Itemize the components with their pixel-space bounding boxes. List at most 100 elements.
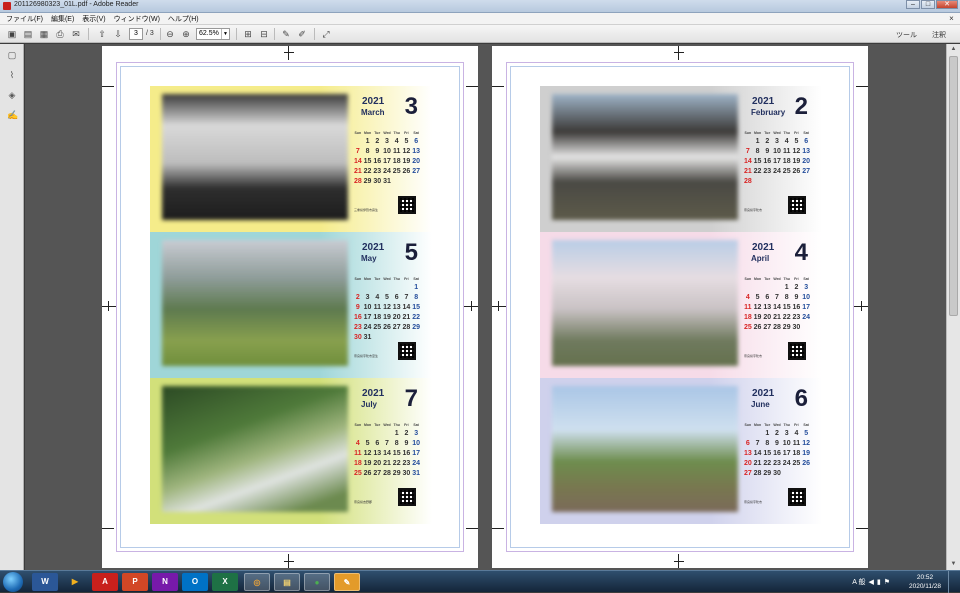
vertical-scrollbar[interactable]: ▲ ▼ bbox=[946, 44, 960, 570]
calendar-day: 27 bbox=[412, 168, 421, 175]
notes-icon[interactable]: ✎ bbox=[334, 573, 360, 591]
weekday-header: Mon bbox=[753, 423, 762, 427]
network-icon[interactable]: ▮ bbox=[877, 578, 881, 586]
calendar-day: 8 bbox=[414, 294, 419, 301]
menu-file[interactable]: ファイル(F) bbox=[6, 14, 43, 24]
calendar-day: 4 bbox=[394, 138, 399, 145]
toolbar: ▣ ▤ ▦ ⎙ ✉ ⇧ ⇩ 3 / 3 ⊖ ⊕ 62.5% ▼ ⊞ ⊟ ✎ ✐ ⤢… bbox=[0, 25, 960, 43]
minimize-button[interactable]: – bbox=[906, 0, 920, 9]
calendar-day: 27 bbox=[802, 168, 811, 175]
weekday-header: Thu bbox=[783, 131, 790, 135]
onenote-icon[interactable]: N bbox=[152, 573, 178, 591]
menu-view[interactable]: 表示(V) bbox=[82, 14, 105, 24]
calendar-day: 21 bbox=[402, 314, 411, 321]
flag-icon[interactable]: ⚑ bbox=[884, 578, 890, 586]
scroll-thumb[interactable] bbox=[949, 56, 958, 316]
calendar-day: 14 bbox=[773, 304, 781, 311]
clock[interactable]: 20:52 2020/11/28 bbox=[908, 573, 942, 591]
calendar-day: 24 bbox=[773, 168, 781, 175]
calendar-day bbox=[762, 283, 772, 292]
attachments-icon[interactable]: ⌇ bbox=[7, 70, 17, 80]
print-icon[interactable]: ⎙ bbox=[54, 28, 66, 40]
calendar-day: 22 bbox=[782, 314, 791, 321]
zoom-in-icon[interactable]: ⊕ bbox=[180, 28, 192, 40]
chrome-icon[interactable]: ● bbox=[304, 573, 330, 591]
highlight-icon[interactable]: ✐ bbox=[296, 28, 308, 40]
fit-page-icon[interactable]: ⊞ bbox=[242, 28, 254, 40]
calendar-day bbox=[772, 283, 782, 292]
show-desktop-button[interactable] bbox=[948, 571, 960, 593]
explorer-icon[interactable]: ▤ bbox=[274, 573, 300, 591]
calendar-day: 6 bbox=[414, 138, 419, 145]
calendar-day: 11 bbox=[354, 450, 362, 457]
calendar-day bbox=[801, 323, 811, 332]
calendar-day bbox=[353, 283, 363, 292]
document-view[interactable]: 2021 March 3 Sun Mon Tue Wed Thu Fri Sat 1 2 3 4 5 6 7 8 9… bbox=[25, 44, 946, 570]
comment-icon[interactable]: ✎ bbox=[280, 28, 292, 40]
calendar-day: 7 bbox=[745, 148, 750, 155]
calendar-day bbox=[762, 177, 772, 186]
email-icon[interactable]: ✉ bbox=[70, 28, 82, 40]
calendar-card: 2021 February 2 Sun Mon Tue Wed Thu Fri Sat 1 2 3 4 5 6… bbox=[540, 86, 822, 232]
calendar-day: 30 bbox=[353, 334, 362, 341]
calendar-day: 15 bbox=[363, 158, 372, 165]
calendar-day: 15 bbox=[392, 450, 401, 457]
outlook-icon[interactable]: O bbox=[182, 573, 208, 591]
powerpoint-icon[interactable]: P bbox=[122, 573, 148, 591]
expand-icon[interactable]: ⤢ bbox=[320, 28, 332, 40]
media-icon[interactable]: ▶ bbox=[62, 573, 88, 591]
calendar-day: 23 bbox=[402, 460, 411, 467]
close-button[interactable]: ✕ bbox=[936, 0, 958, 9]
tools-button[interactable]: ツール bbox=[896, 30, 917, 40]
calendar-day: 20 bbox=[412, 158, 421, 165]
calendar-day: 2 bbox=[794, 284, 799, 291]
scroll-up-icon[interactable]: ▲ bbox=[949, 45, 958, 54]
save-icon[interactable]: ▦ bbox=[38, 28, 50, 40]
maximize-button[interactable]: □ bbox=[921, 0, 935, 9]
excel-icon[interactable]: X bbox=[212, 573, 238, 591]
previous-page-icon[interactable]: ⇧ bbox=[96, 28, 108, 40]
word-icon[interactable]: W bbox=[32, 573, 58, 591]
page-number-input[interactable]: 3 bbox=[129, 28, 143, 40]
scroll-down-icon[interactable]: ▼ bbox=[949, 560, 958, 569]
calendar-grid: Sun Mon Tue Wed Thu Fri Sat 1 2 3 4 5 6 7 8 9 10 11 12 13 14… bbox=[743, 422, 811, 478]
ime-indicator[interactable]: A 般 bbox=[852, 577, 865, 587]
menu-window[interactable]: ウィンドウ(W) bbox=[114, 14, 160, 24]
crop-mark bbox=[674, 561, 684, 562]
calendar-day: 14 bbox=[743, 158, 752, 165]
volume-icon[interactable]: ◀ bbox=[868, 578, 873, 586]
comment-button[interactable]: 注釈 bbox=[932, 30, 946, 40]
start-button[interactable] bbox=[3, 572, 23, 592]
window-title-bar[interactable]: 201126980323_01L.pdf - Adobe Reader – □ … bbox=[0, 0, 960, 13]
layers-icon[interactable]: ◈ bbox=[7, 90, 17, 100]
calendar-day: 15 bbox=[782, 304, 791, 311]
paint-icon[interactable]: ◎ bbox=[244, 573, 270, 591]
open-icon[interactable]: ▤ bbox=[22, 28, 34, 40]
menu-edit[interactable]: 編集(E) bbox=[51, 14, 74, 24]
page-thumbnails-icon[interactable]: ▢ bbox=[7, 50, 17, 60]
calendar-month-number: 7 bbox=[404, 385, 418, 412]
calendar-day: 2 bbox=[775, 430, 779, 437]
calendar-day: 26 bbox=[363, 470, 372, 477]
zoom-level-input[interactable]: 62.5% ▼ bbox=[196, 28, 230, 40]
calendar-day: 9 bbox=[375, 148, 380, 155]
calendar-day: 10 bbox=[773, 148, 781, 155]
zoom-out-icon[interactable]: ⊖ bbox=[164, 28, 176, 40]
next-page-icon[interactable]: ⇩ bbox=[112, 28, 124, 40]
qr-code bbox=[398, 488, 416, 506]
calendar-day: 27 bbox=[392, 324, 401, 331]
create-pdf-icon[interactable]: ▣ bbox=[6, 28, 18, 40]
calendar-card: 2021 April 4 Sun Mon Tue Wed Thu Fri Sat 1 2 3 4 5 6 7 8 9… bbox=[540, 232, 822, 378]
calendar-day: 6 bbox=[375, 440, 380, 447]
calendar-day bbox=[372, 333, 382, 342]
calendar-day: 19 bbox=[383, 314, 391, 321]
acrobat-icon[interactable]: A bbox=[92, 573, 118, 591]
signature-icon[interactable]: ✍ bbox=[7, 110, 18, 120]
calendar-day: 24 bbox=[383, 168, 391, 175]
fit-width-icon[interactable]: ⊟ bbox=[258, 28, 270, 40]
chevron-down-icon[interactable]: ▼ bbox=[221, 29, 229, 39]
document-close-icon[interactable]: × bbox=[947, 14, 956, 23]
weekday-header: Fri bbox=[794, 423, 799, 427]
weekday-header: Mon bbox=[363, 277, 372, 281]
menu-help[interactable]: ヘルプ(H) bbox=[168, 14, 199, 24]
